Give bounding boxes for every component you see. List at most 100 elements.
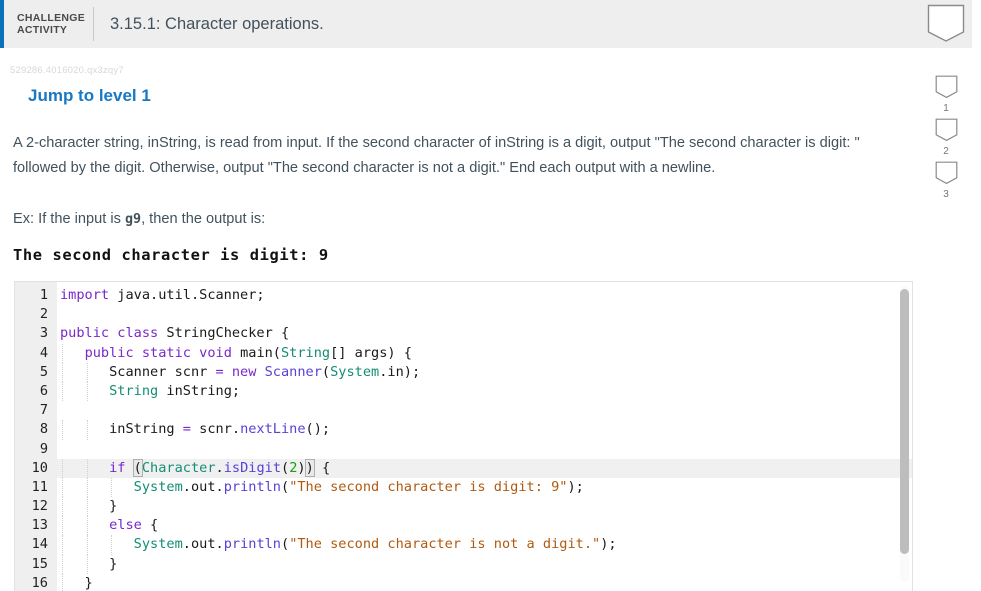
code-token: } <box>60 555 118 572</box>
code-token: "The second character is not a digit." <box>289 536 601 553</box>
code-line[interactable]: 10 if (Character.isDigit(2)) { <box>15 458 912 478</box>
header-accent-bar <box>0 0 4 48</box>
code-token: println <box>223 478 281 495</box>
pennant-icon[interactable] <box>935 118 958 142</box>
code-line[interactable]: 11 System.out.println("The second charac… <box>15 477 912 498</box>
editor-scrollbar[interactable] <box>900 286 909 582</box>
code-token: (); <box>305 421 331 438</box>
code-token: scnr. <box>190 421 241 438</box>
code-token: ); <box>600 536 617 553</box>
code-line[interactable]: 14 System.out.println("The second charac… <box>15 535 912 555</box>
code-line[interactable]: 7 <box>15 401 912 420</box>
code-token: public static void <box>84 344 232 361</box>
code-token: Scanner <box>264 363 322 380</box>
code-token: java.util.Scanner; <box>109 287 265 303</box>
code-text: public class StringChecker { <box>60 324 289 343</box>
code-token: = <box>182 421 191 438</box>
code-line[interactable]: 6 String inString; <box>15 381 912 402</box>
code-token: .in); <box>379 363 421 380</box>
example-line: Ex: If the input is g9, then the output … <box>13 208 265 231</box>
header-kicker: CHALLENGE ACTIVITY <box>17 11 86 37</box>
rail-item[interactable]: 3 <box>930 161 962 200</box>
line-number: 10 <box>31 459 48 476</box>
code-line[interactable]: 2 <box>15 305 912 324</box>
line-number: 13 <box>31 517 48 534</box>
code-text: import java.util.Scanner; <box>60 286 265 305</box>
code-token: inString <box>60 421 183 438</box>
code-token: [] args) { <box>330 344 412 361</box>
code-token: ) <box>297 459 306 476</box>
line-number: 2 <box>39 306 48 323</box>
line-number: 15 <box>31 555 48 572</box>
code-editor[interactable]: 1 import java.util.Scanner; 2 3 public class… <box>14 281 913 591</box>
code-text: } <box>60 497 117 516</box>
code-text: System.out.println("The second character… <box>60 478 584 497</box>
code-text: } <box>60 574 93 591</box>
line-number: 16 <box>31 574 48 591</box>
rail-item-label: 3 <box>943 189 949 200</box>
code-token: ); <box>567 478 584 495</box>
header-divider <box>93 7 94 41</box>
code-token: StringChecker { <box>158 325 290 342</box>
code-token: main( <box>231 344 281 361</box>
line-number: 12 <box>31 498 48 515</box>
activity-title: 3.15.1: Character operations. <box>110 14 324 33</box>
activity-id: 529286.4016020.qx3zqy7 <box>10 65 124 76</box>
pennant-icon[interactable] <box>927 4 965 43</box>
rail-item-label: 1 <box>943 103 949 114</box>
code-token: ( <box>281 478 290 495</box>
code-text: else { <box>60 516 158 535</box>
example-prefix: Ex: If the input is <box>13 211 125 227</box>
line-number: 3 <box>39 325 48 342</box>
code-token: ) <box>304 458 315 477</box>
rail-item[interactable]: 1 <box>930 75 962 114</box>
code-text: String inString; <box>60 382 240 401</box>
line-number: 9 <box>39 440 48 457</box>
code-token: ( <box>281 536 290 553</box>
code-line[interactable]: 8 inString = scnr.nextLine(); <box>15 420 912 440</box>
code-line[interactable]: 5 Scanner scnr = new Scanner(System.in); <box>15 362 912 382</box>
code-token: public class <box>60 325 159 342</box>
pennant-icon[interactable] <box>935 161 958 185</box>
code-token: String <box>109 382 159 399</box>
code-token: System <box>330 363 380 380</box>
code-token: String <box>281 344 331 361</box>
example-input-value: g9 <box>124 212 142 227</box>
code-token: inString; <box>158 382 241 399</box>
editor-scrollbar-thumb[interactable] <box>900 289 909 554</box>
code-line[interactable]: 9 <box>15 440 912 459</box>
code-token: import <box>60 287 110 303</box>
progress-rail: 1 2 3 <box>910 0 981 591</box>
code-line[interactable]: 16 } <box>15 573 912 591</box>
line-number: 5 <box>39 363 48 380</box>
code-lines[interactable]: 1 import java.util.Scanner; 2 3 public class… <box>15 286 912 591</box>
code-token: .out. <box>182 478 224 495</box>
code-token: ( <box>321 363 331 380</box>
line-number: 1 <box>39 287 48 303</box>
code-line[interactable]: 13 else { <box>15 516 912 536</box>
code-text: inString = scnr.nextLine(); <box>60 420 330 439</box>
code-line[interactable]: 3 public class StringChecker { <box>15 324 912 343</box>
line-number: 4 <box>39 344 48 361</box>
code-token: System <box>133 478 183 495</box>
code-token: { <box>141 517 159 534</box>
rail-item[interactable]: 2 <box>930 118 962 157</box>
code-line[interactable]: 4 public static void main(String[] args)… <box>15 343 912 363</box>
code-line[interactable]: 15 } <box>15 554 912 574</box>
activity-header: CHALLENGE ACTIVITY 3.15.1: Character ope… <box>0 0 972 48</box>
code-line[interactable]: 12 } <box>15 497 912 517</box>
pennant-icon[interactable] <box>935 75 958 99</box>
problem-statement: A 2-character string, inString, is read … <box>13 135 860 176</box>
code-text: public static void main(String[] args) { <box>60 344 412 363</box>
code-line[interactable]: 1 import java.util.Scanner; <box>15 286 912 305</box>
level-heading: Jump to level 1 <box>28 86 151 105</box>
code-text: } <box>60 555 117 574</box>
rail-item-label: 2 <box>943 146 949 157</box>
code-token: "The second character is digit: 9" <box>289 478 568 495</box>
